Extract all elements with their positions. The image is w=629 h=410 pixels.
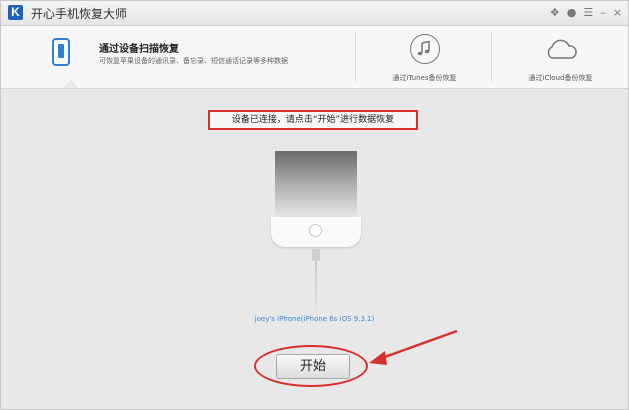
tab-icloud-backup[interactable]: 通过iCloud备份恢复 — [493, 26, 628, 88]
main-panel: 设备已连接，请点击“开始”进行数据恢复 joey's iPhone(iPhone… — [1, 89, 628, 409]
close-icon[interactable]: × — [613, 6, 622, 20]
tab-itunes-backup[interactable]: 通过iTunes备份恢复 — [357, 26, 492, 88]
tab-icloud-label: 通过iCloud备份恢复 — [528, 74, 593, 82]
cloud-icon — [547, 39, 577, 59]
mode-tabs: 通过设备扫描恢复 可恢复苹果设备的通讯录、备忘录、短信通话记录等多种数据 通过i… — [1, 26, 628, 89]
annotation-arrow — [369, 329, 458, 365]
app-title: 开心手机恢复大师 — [31, 7, 128, 21]
app-window: K 开心手机恢复大师 ❖ ● ☰ – × 通过设备扫描恢复 可恢复苹果设备的通讯… — [0, 0, 629, 410]
menu-icon[interactable]: ☰ — [583, 6, 593, 20]
qq-icon[interactable]: ● — [567, 6, 577, 20]
title-bar: K 开心手机恢复大师 ❖ ● ☰ – × — [1, 1, 628, 26]
app-logo-icon: K — [8, 5, 23, 20]
active-tab-caret — [63, 80, 79, 88]
phone-icon — [52, 38, 70, 66]
tab-divider — [491, 32, 492, 82]
window-controls: ❖ ● ☰ – × — [550, 5, 622, 21]
tab-itunes-label: 通过iTunes备份恢复 — [392, 74, 457, 82]
minimize-icon[interactable]: – — [600, 6, 606, 20]
tab-device-scan-subtitle: 可恢复苹果设备的通讯录、备忘录、短信通话记录等多种数据 — [99, 57, 288, 65]
tab-device-scan[interactable]: 通过设备扫描恢复 可恢复苹果设备的通讯录、备忘录、短信通话记录等多种数据 — [1, 26, 353, 88]
music-note-icon — [409, 34, 440, 64]
tab-divider — [355, 32, 356, 82]
wechat-icon[interactable]: ❖ — [550, 6, 560, 20]
tab-device-scan-title: 通过设备扫描恢复 — [99, 44, 179, 55]
